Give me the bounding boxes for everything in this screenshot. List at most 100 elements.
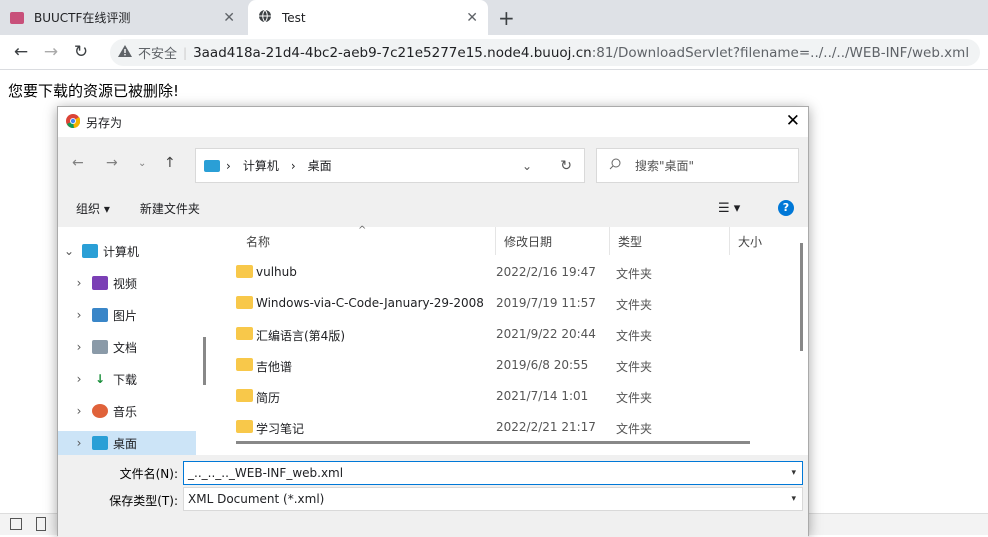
dialog-navbar: ← → ⌄ ↑ › 计算机 › 桌面 ⌄ ↻ 搜索"桌面" [58,137,808,189]
filename-label: 文件名(N): [119,467,178,481]
tab-close-icon[interactable]: ✕ [223,10,235,26]
column-header-date[interactable]: 修改日期 [496,227,610,255]
dialog-titlebar: 另存为 ✕ [58,107,808,137]
back-button[interactable]: ← [72,155,84,171]
address-bar[interactable]: 不安全 | 3aad418a-21d4-4bc2-aeb9-7c21e5277e… [110,39,980,66]
file-date: 2019/6/8 20:55 [496,358,589,372]
sidebar-item-downloads[interactable]: › ↓ 下载 [58,367,196,391]
file-row[interactable]: 吉他谱 2019/6/8 20:55 文件夹 [218,350,778,381]
search-input[interactable]: 搜索"桌面" [596,148,799,183]
recent-dropdown-icon[interactable]: ⌄ [138,158,146,169]
column-header-type[interactable]: 类型 [610,227,730,255]
filename-input[interactable]: _.._.._.._WEB-INF_web.xml ▾ [183,461,803,485]
tab-test[interactable]: Test ✕ [248,0,488,35]
help-icon[interactable]: ? [778,200,794,216]
refresh-icon[interactable]: ↻ [560,158,572,174]
forward-button[interactable]: → [36,42,66,62]
file-type: 文件夹 [616,422,653,436]
filetype-select[interactable]: XML Document (*.xml) ▾ [183,487,803,511]
column-header-name[interactable]: 名称 ^ [238,225,496,255]
warning-icon [118,45,132,60]
file-type: 文件夹 [616,267,653,281]
sidebar-item-label: 计算机 [103,244,140,259]
column-header-size[interactable]: 大小 [730,227,800,255]
file-name: 吉他谱 [256,360,293,374]
path-box[interactable]: › 计算机 › 桌面 ⌄ ↻ [195,148,585,183]
dialog-close-button[interactable]: ✕ [786,111,800,131]
sidebar-item-music[interactable]: › 音乐 [58,399,196,423]
chevron-right-icon[interactable]: › [72,372,86,386]
chevron-right-icon[interactable]: › [72,276,86,290]
file-row[interactable]: Windows-via-C-Code-January-29-2008 2019/… [218,288,778,319]
file-date: 2019/7/19 11:57 [496,296,596,310]
search-placeholder: 搜索"桌面" [635,159,695,173]
chevron-right-icon[interactable]: › [72,308,86,322]
chevron-right-icon[interactable]: › [72,436,86,450]
file-row[interactable]: vulhub 2022/2/16 19:47 文件夹 [218,257,778,288]
forward-button[interactable]: → [106,155,118,171]
column-label: 名称 [246,234,271,249]
new-tab-button[interactable]: + [498,6,515,30]
document-icon [92,340,108,354]
browser-toolbar: ← → ↻ 不安全 | 3aad418a-21d4-4bc2-aeb9-7c21… [0,35,988,70]
separator: | [183,45,188,60]
chevron-right-icon[interactable]: › [72,340,86,354]
desktop-icon [204,159,220,172]
download-icon: ↓ [94,372,106,386]
breadcrumb-computer[interactable]: 计算机 [243,157,279,174]
file-row[interactable]: 汇编语言(第4版) 2021/9/22 20:44 文件夹 [218,319,778,350]
file-date: 2021/7/14 1:01 [496,389,589,403]
tab-buuctf[interactable]: BUUCTF在线评测 ✕ [0,0,245,35]
vertical-scrollbar[interactable] [800,243,803,351]
tab-bar: BUUCTF在线评测 ✕ Test ✕ + [0,0,988,35]
device-icon[interactable] [36,517,46,531]
sidebar-item-pictures[interactable]: › 图片 [58,303,196,327]
path-dropdown-icon[interactable]: ⌄ [522,159,532,173]
sidebar-item-label: 桌面 [113,436,138,451]
chevron-down-icon[interactable]: ⌄ [62,244,76,258]
search-icon [609,158,621,173]
sidebar-item-videos[interactable]: › 视频 [58,271,196,295]
chevron-down-icon[interactable]: ▾ [791,494,796,504]
reload-button[interactable]: ↻ [66,42,96,62]
file-row[interactable]: 简历 2021/7/14 1:01 文件夹 [218,381,778,412]
inspect-icon[interactable] [10,518,22,530]
view-options-icon[interactable]: ☰ ▾ [718,201,740,216]
back-button[interactable]: ← [6,42,36,62]
music-icon [92,404,108,418]
dialog-title: 另存为 [86,115,123,130]
url-host: 3aad418a-21d4-4bc2-aeb9-7c21e5277e15.nod… [193,44,592,61]
filename-value: _.._.._.._WEB-INF_web.xml [188,466,344,480]
sidebar-item-label: 视频 [113,276,138,291]
file-type: 文件夹 [616,360,653,374]
file-type: 文件夹 [616,329,653,343]
chevron-down-icon[interactable]: ▾ [791,468,796,478]
path-separator: › [226,158,231,173]
breadcrumb-desktop[interactable]: 桌面 [308,157,332,174]
desktop-icon [92,436,108,450]
file-row[interactable]: 学习笔记 2022/2/21 21:17 文件夹 [218,412,778,443]
path-separator: › [290,158,296,173]
up-button[interactable]: ↑ [164,155,176,171]
column-label: 修改日期 [504,234,553,249]
computer-icon [82,244,98,258]
horizontal-scrollbar[interactable] [236,441,750,444]
file-date: 2021/9/22 20:44 [496,327,596,341]
dialog-footer: 文件名(N): _.._.._.._WEB-INF_web.xml ▾ 保存类型… [58,455,808,537]
file-type: 文件夹 [616,298,653,312]
sidebar-item-desktop[interactable]: › 桌面 [58,431,196,455]
file-name: 简历 [256,391,281,405]
sidebar-item-label: 文档 [113,340,138,355]
chevron-right-icon[interactable]: › [72,404,86,418]
page-message: 您要下载的资源已被删除! [8,82,180,100]
sidebar-item-computer[interactable]: ⌄ 计算机 [58,239,196,263]
sidebar-scrollbar[interactable] [203,337,206,385]
security-label: 不安全 [138,47,178,62]
file-type: 文件夹 [616,391,653,405]
new-folder-button[interactable]: 新建文件夹 [140,200,200,217]
tab-close-icon[interactable]: ✕ [466,10,478,26]
file-name: 汇编语言(第4版) [256,329,345,343]
sidebar-item-documents[interactable]: › 文档 [58,335,196,359]
video-icon [92,276,108,290]
organize-button[interactable]: 组织 ▾ [76,200,110,217]
